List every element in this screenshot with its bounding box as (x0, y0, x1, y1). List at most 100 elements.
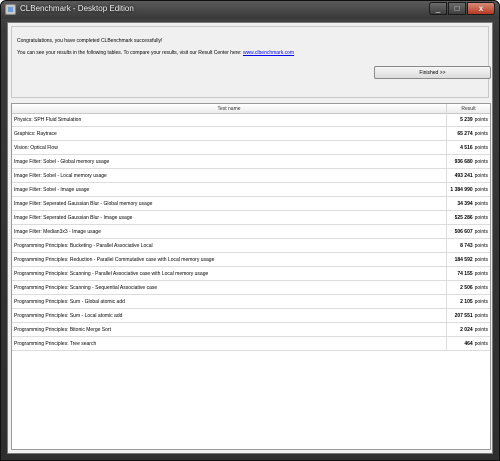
test-name-cell: Image Filter: Median3x3 - Image usage (14, 225, 447, 238)
result-value: 184 592 (454, 256, 473, 263)
table-row[interactable]: Programming Principles: Bitonic Merge So… (12, 323, 490, 337)
table-row[interactable]: Image Filter: Sobel - Image usage 1 384 9… (12, 183, 490, 197)
app-window: CLBenchmark - Desktop Edition _ □ x Cong… (0, 0, 500, 461)
test-name-cell: Image Filter: Seperated Gaussian Blur - … (14, 211, 447, 224)
results-message-text: You can see your results in the followin… (17, 50, 242, 56)
window-title: CLBenchmark - Desktop Edition (20, 4, 134, 13)
result-cell: 464 points (447, 337, 488, 350)
result-value: 65 274 (457, 130, 473, 137)
result-value: 936 680 (454, 158, 473, 165)
result-cell: 8 743 points (447, 239, 488, 252)
table-row[interactable]: Programming Principles: Sum - Local atom… (12, 309, 490, 323)
result-cell: 74 155 points (447, 267, 488, 280)
test-name-cell: Image Filter: Seperated Gaussian Blur - … (14, 197, 447, 210)
table-row[interactable]: Physics: SPH Fluid Simulation 5 239 points (12, 113, 490, 127)
result-value: 506 607 (454, 228, 473, 235)
result-cell: 184 592 points (447, 253, 488, 266)
table-row[interactable]: Programming Principles: Bucketing - Para… (12, 239, 490, 253)
result-cell: 65 274 points (447, 127, 488, 140)
test-name-cell: Programming Principles: Sum - Local atom… (14, 309, 447, 322)
result-unit: points (474, 158, 488, 165)
table-row[interactable]: Programming Principles: Sum - Global ato… (12, 295, 490, 309)
test-name-cell: Graphics: Raytrace (14, 127, 447, 140)
result-cell: 2 024 points (447, 323, 488, 336)
test-name-cell: Programming Principles: Reduction - Para… (14, 253, 447, 266)
result-value: 493 241 (454, 172, 473, 179)
result-unit: points (474, 340, 488, 347)
result-cell: 2 506 points (447, 281, 488, 294)
result-cell: 5 239 points (447, 113, 488, 126)
result-value: 2 024 (460, 326, 473, 333)
result-unit: points (474, 144, 488, 151)
test-name-cell: Programming Principles: Sum - Global ato… (14, 295, 447, 308)
app-icon (5, 4, 16, 15)
table-row[interactable]: Image Filter: Median3x3 - Image usage 506… (12, 225, 490, 239)
result-value: 5 239 (460, 116, 473, 123)
table-row[interactable]: Graphics: Raytrace 65 274 points (12, 127, 490, 141)
result-unit: points (474, 214, 488, 221)
table-row[interactable]: Image Filter: Sobel - Local memory usage… (12, 169, 490, 183)
result-cell: 1 384 990 points (447, 183, 488, 196)
result-cell: 493 241 points (447, 169, 488, 182)
result-unit: points (474, 200, 488, 207)
table-row[interactable]: Image Filter: Seperated Gaussian Blur - … (12, 197, 490, 211)
test-name-cell: Programming Principles: Bitonic Merge So… (14, 323, 447, 336)
result-unit: points (474, 284, 488, 291)
result-unit: points (474, 312, 488, 319)
result-cell: 525 286 points (447, 211, 488, 224)
result-value: 34 394 (457, 200, 473, 207)
result-unit: points (474, 242, 488, 249)
minimize-button[interactable]: _ (429, 2, 447, 15)
result-unit: points (474, 172, 488, 179)
result-cell: 4 516 points (447, 141, 488, 154)
test-name-cell: Programming Principles: Tree search (14, 337, 447, 350)
finished-button[interactable]: Finished >> (374, 66, 491, 79)
result-cell: 506 607 points (447, 225, 488, 238)
result-unit: points (474, 326, 488, 333)
test-name-cell: Programming Principles: Scanning - Seque… (14, 281, 447, 294)
congratulations-message: Congratulations, you have completed CLBe… (17, 38, 163, 44)
result-center-link[interactable]: www.clbenchmark.com (243, 50, 294, 56)
table-row[interactable]: Image Filter: Seperated Gaussian Blur - … (12, 211, 490, 225)
result-value: 207 551 (454, 312, 473, 319)
test-name-cell: Image Filter: Sobel - Global memory usag… (14, 155, 447, 168)
maximize-button[interactable]: □ (448, 2, 466, 15)
column-header-test-name[interactable]: Test name (12, 104, 447, 113)
result-unit: points (474, 130, 488, 137)
test-name-cell: Vision: Optical Flow (14, 141, 447, 154)
test-name-cell: Image Filter: Sobel - Local memory usage (14, 169, 447, 182)
column-header-result[interactable]: Result (447, 104, 490, 113)
result-cell: 2 105 points (447, 295, 488, 308)
result-unit: points (474, 298, 488, 305)
test-name-cell: Programming Principles: Bucketing - Para… (14, 239, 447, 252)
result-unit: points (474, 116, 488, 123)
table-row[interactable]: Programming Principles: Tree search 464 po… (12, 337, 490, 351)
title-bar[interactable]: CLBenchmark - Desktop Edition _ □ x (1, 1, 499, 19)
result-cell: 34 394 points (447, 197, 488, 210)
table-body: Physics: SPH Fluid Simulation 5 239 points… (12, 113, 490, 351)
result-unit: points (474, 256, 488, 263)
result-cell: 936 680 points (447, 155, 488, 168)
table-row[interactable]: Programming Principles: Scanning - Seque… (12, 281, 490, 295)
result-unit: points (474, 186, 488, 193)
results-message: You can see your results in the followin… (17, 50, 294, 56)
result-value: 4 516 (460, 144, 473, 151)
client-area: Congratulations, you have completed CLBe… (7, 22, 493, 454)
table-row[interactable]: Vision: Optical Flow 4 516 points (12, 141, 490, 155)
completion-panel: Congratulations, you have completed CLBe… (11, 26, 491, 98)
result-cell: 207 551 points (447, 309, 488, 322)
test-name-cell: Image Filter: Sobel - Image usage (14, 183, 447, 196)
table-row[interactable]: Programming Principles: Reduction - Para… (12, 253, 490, 267)
test-name-cell: Programming Principles: Scanning - Paral… (14, 267, 447, 280)
result-value: 2 506 (460, 284, 473, 291)
result-value: 464 (464, 340, 473, 347)
result-value: 8 743 (460, 242, 473, 249)
result-value: 1 384 990 (450, 186, 473, 193)
results-table: Test name Result Physics: SPH Fluid Simu… (11, 103, 491, 450)
close-button[interactable]: x (467, 2, 495, 15)
result-value: 2 105 (460, 298, 473, 305)
table-row[interactable]: Image Filter: Sobel - Global memory usag… (12, 155, 490, 169)
test-name-cell: Physics: SPH Fluid Simulation (14, 113, 447, 126)
table-row[interactable]: Programming Principles: Scanning - Paral… (12, 267, 490, 281)
result-value: 74 155 (457, 270, 473, 277)
